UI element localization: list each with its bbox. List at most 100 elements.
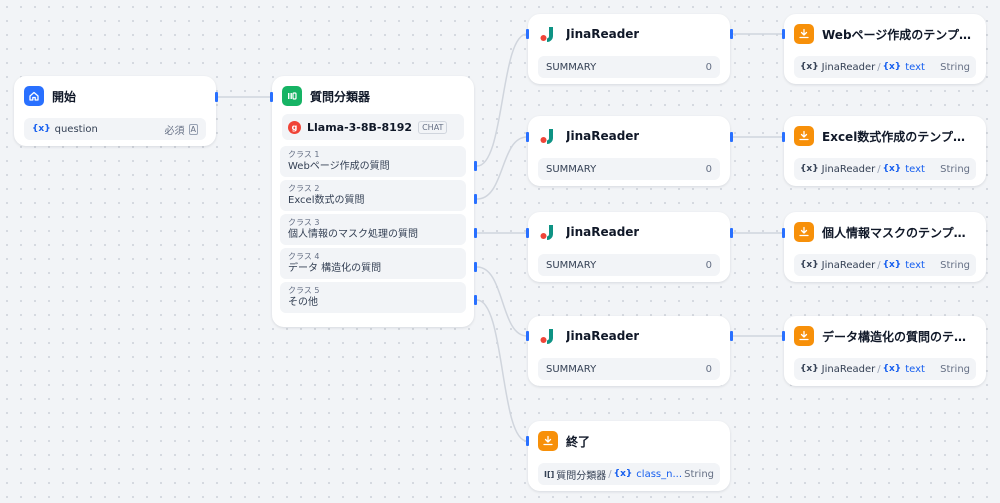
answer-variable-type: String xyxy=(940,61,970,73)
model-name: Llama-3-8B-8192 xyxy=(307,120,413,134)
reader-node-title: JinaReader xyxy=(566,225,640,239)
answer-1-input-handle[interactable] xyxy=(782,29,785,39)
answer-variable-name: text xyxy=(905,163,925,175)
class-4-output-handle[interactable] xyxy=(474,262,477,272)
reader-field-value: 0 xyxy=(705,163,712,175)
answer-variable-row: {x} JinaReader / {x} text String xyxy=(794,56,976,78)
reader-node[interactable]: JinaReader SUMMARY 0 xyxy=(528,316,730,386)
reader-field-row: SUMMARY 0 xyxy=(538,358,720,380)
variable-icon: {x} xyxy=(800,364,819,374)
class-2-output-handle[interactable] xyxy=(474,194,477,204)
edge-class1-reader1 xyxy=(476,33,528,167)
answer-variable-type: String xyxy=(940,163,970,175)
class-label: クラス 1 xyxy=(288,150,320,159)
start-node[interactable]: 開始 {x} question 必須 A xyxy=(14,76,216,146)
answer-source-node: JinaReader xyxy=(821,363,876,375)
class-5-output-handle[interactable] xyxy=(474,295,477,305)
class-label: クラス 5 xyxy=(288,286,320,295)
class-label: クラス 4 xyxy=(288,252,320,261)
end-icon xyxy=(538,431,558,451)
class-item[interactable]: クラス 3 個人情報のマスク処理の質問 xyxy=(280,214,466,245)
variable-icon: {x} xyxy=(800,62,819,72)
class-item[interactable]: クラス 5 その他 xyxy=(280,282,466,313)
reader-node[interactable]: JinaReader SUMMARY 0 xyxy=(528,14,730,84)
reader-3-input-handle[interactable] xyxy=(526,228,529,238)
end-node[interactable]: 終了 I[] 質問分類器 / {x} class_n... String xyxy=(528,421,730,491)
answer-node-title: Excel数式作成のテンプレートを... xyxy=(822,129,976,144)
answer-3-input-handle[interactable] xyxy=(782,228,785,238)
classifier-node-title: 質問分類器 xyxy=(310,89,371,104)
path-separator: / xyxy=(877,259,881,271)
model-selector[interactable]: g Llama-3-8B-8192 CHAT xyxy=(282,114,464,140)
answer-variable-name: text xyxy=(905,363,925,375)
answer-source-node: JinaReader xyxy=(821,61,876,73)
class-1-output-handle[interactable] xyxy=(474,161,477,171)
start-variable-row[interactable]: {x} question 必須 A xyxy=(24,118,206,140)
reader-2-output-handle[interactable] xyxy=(730,132,733,142)
jina-reader-icon xyxy=(538,126,558,146)
start-variable-name: question xyxy=(54,123,98,135)
variable-icon: {x} xyxy=(613,469,633,479)
variable-icon: {x} xyxy=(800,260,819,270)
variable-icon: {x} xyxy=(882,260,902,270)
answer-variable-name: text xyxy=(905,259,925,271)
reader-field-value: 0 xyxy=(705,363,712,375)
answer-node-title: Webページ作成のテンプレートを... xyxy=(822,27,976,42)
variable-icon: {x} xyxy=(882,164,902,174)
reader-1-input-handle[interactable] xyxy=(526,29,529,39)
variable-icon: {x} xyxy=(882,62,902,72)
class-item[interactable]: クラス 2 Excel数式の質問 xyxy=(280,180,466,211)
reader-node[interactable]: JinaReader SUMMARY 0 xyxy=(528,116,730,186)
answer-icon xyxy=(794,222,814,242)
classifier-small-icon: I[] xyxy=(544,469,555,479)
reader-4-output-handle[interactable] xyxy=(730,331,733,341)
reader-field-row: SUMMARY 0 xyxy=(538,254,720,276)
edge-class4-reader4 xyxy=(476,266,528,337)
class-3-output-handle[interactable] xyxy=(474,228,477,238)
end-input-handle[interactable] xyxy=(526,436,529,446)
reader-node-title: JinaReader xyxy=(566,329,640,343)
answer-4-input-handle[interactable] xyxy=(782,331,785,341)
model-mode-tag: CHAT xyxy=(418,120,448,134)
reader-field-name: SUMMARY xyxy=(546,61,597,73)
path-separator: / xyxy=(877,163,881,175)
text-type-icon: A xyxy=(188,123,198,135)
class-label: クラス 3 xyxy=(288,218,320,227)
edge-class2-reader2 xyxy=(476,136,528,200)
answer-node-title: 個人情報マスクのテンプレートを... xyxy=(822,225,976,240)
reader-1-output-handle[interactable] xyxy=(730,29,733,39)
end-variable-name: class_n... xyxy=(636,468,682,480)
answer-node[interactable]: Webページ作成のテンプレートを... {x} JinaReader / {x}… xyxy=(784,14,986,84)
answer-node-title: データ構造化の質問のテンプレー... xyxy=(822,329,976,344)
answer-node[interactable]: Excel数式作成のテンプレートを... {x} JinaReader / {x… xyxy=(784,116,986,186)
answer-variable-row: {x} JinaReader / {x} text String xyxy=(794,358,976,380)
end-source-node: 質問分類器 xyxy=(556,470,607,482)
classifier-input-handle[interactable] xyxy=(270,92,273,102)
reader-4-input-handle[interactable] xyxy=(526,331,529,341)
answer-icon xyxy=(794,126,814,146)
reader-node[interactable]: JinaReader SUMMARY 0 xyxy=(528,212,730,282)
class-text: Excel数式の質問 xyxy=(288,195,365,206)
answer-variable-row: {x} JinaReader / {x} text String xyxy=(794,254,976,276)
answer-node[interactable]: 個人情報マスクのテンプレートを... {x} JinaReader / {x} … xyxy=(784,212,986,282)
answer-variable-row: {x} JinaReader / {x} text String xyxy=(794,158,976,180)
jina-reader-icon xyxy=(538,326,558,346)
answer-variable-type: String xyxy=(940,259,970,271)
path-separator: / xyxy=(877,61,881,73)
class-item[interactable]: クラス 1 Webページ作成の質問 xyxy=(280,146,466,177)
reader-field-name: SUMMARY xyxy=(546,259,597,271)
classifier-node[interactable]: 質問分類器 g Llama-3-8B-8192 CHAT クラス 1 Webペー… xyxy=(272,76,474,327)
reader-3-output-handle[interactable] xyxy=(730,228,733,238)
class-item[interactable]: クラス 4 データ 構造化の質問 xyxy=(280,248,466,279)
class-text: その他 xyxy=(288,297,318,308)
class-text: データ 構造化の質問 xyxy=(288,263,382,274)
answer-node[interactable]: データ構造化の質問のテンプレー... {x} JinaReader / {x} … xyxy=(784,316,986,386)
answer-2-input-handle[interactable] xyxy=(782,132,785,142)
reader-2-input-handle[interactable] xyxy=(526,132,529,142)
answer-variable-name: text xyxy=(905,61,925,73)
reader-field-name: SUMMARY xyxy=(546,363,597,375)
path-separator: / xyxy=(608,468,612,480)
llm-provider-icon: g xyxy=(288,120,301,134)
end-variable-row: I[] 質問分類器 / {x} class_n... String xyxy=(538,463,720,485)
start-output-handle[interactable] xyxy=(215,92,218,102)
